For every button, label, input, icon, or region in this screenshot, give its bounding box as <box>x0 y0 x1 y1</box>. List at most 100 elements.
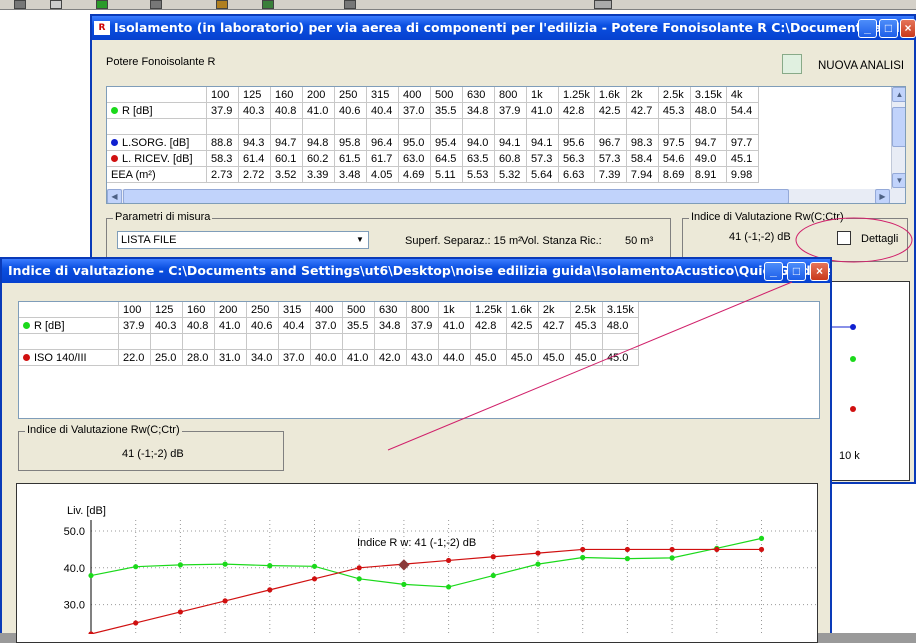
add-icon[interactable] <box>96 0 108 9</box>
table-cell: 58.4 <box>625 150 659 167</box>
data-point <box>758 535 765 541</box>
column-header: 1.25k <box>558 87 595 103</box>
table-cell: 95.8 <box>334 134 367 151</box>
table-cell <box>238 118 271 135</box>
stop-icon[interactable] <box>594 0 612 9</box>
tool-icon[interactable] <box>216 0 228 9</box>
scroll-thumb[interactable] <box>892 107 905 147</box>
save-icon[interactable] <box>14 0 26 9</box>
section-label: Potere Fonoisolante R <box>106 56 216 68</box>
table-cell: 5.32 <box>494 166 527 183</box>
table-cell: 57.3 <box>593 150 627 167</box>
table-cell: 95.4 <box>430 134 463 151</box>
calc-icon[interactable] <box>150 0 162 9</box>
header-corner <box>19 302 119 318</box>
data-point <box>267 587 273 593</box>
series-dot-icon <box>23 322 30 330</box>
maximize-button[interactable]: □ <box>879 19 898 38</box>
table-cell: 58.3 <box>206 150 239 167</box>
table-cell: 3.52 <box>270 166 303 183</box>
index-marker <box>398 559 410 571</box>
column-header: 500 <box>430 87 463 103</box>
horizontal-scrollbar[interactable]: ◀ ▶ <box>107 189 905 203</box>
data-point <box>311 563 318 569</box>
row-label <box>107 118 207 135</box>
scroll-right-button[interactable]: ▶ <box>875 189 890 203</box>
column-header: 1k <box>526 87 559 103</box>
table-cell: 35.5 <box>430 102 463 119</box>
data-point <box>535 550 541 556</box>
table-cell <box>206 118 239 135</box>
front-close-button[interactable]: × <box>810 262 829 281</box>
data-point <box>222 561 228 567</box>
table-cell: 45.1 <box>725 150 759 167</box>
print-icon[interactable] <box>344 0 356 9</box>
series-dot-icon <box>111 155 118 163</box>
row-label: R [dB] <box>107 102 207 119</box>
table-cell: 8.69 <box>657 166 691 183</box>
table-cell: 28.0 <box>182 349 215 366</box>
table-cell: 94.3 <box>238 134 271 151</box>
vertical-scrollbar[interactable]: ▲ ▼ <box>891 87 905 189</box>
table-cell <box>398 118 431 135</box>
table-cell: 94.7 <box>689 134 727 151</box>
table-cell: 40.3 <box>238 102 271 119</box>
chevron-down-icon[interactable]: ▼ <box>353 233 367 247</box>
hscroll-thumb[interactable] <box>123 189 789 203</box>
chart-icon[interactable] <box>262 0 274 9</box>
column-header: 400 <box>398 87 431 103</box>
data-point <box>535 561 541 567</box>
table-cell: 22.0 <box>118 349 151 366</box>
table-cell <box>657 118 691 135</box>
table-cell: 61.4 <box>238 150 271 167</box>
row-label: R [dB] <box>19 317 119 334</box>
table-row <box>107 118 759 135</box>
table-cell: 6.63 <box>558 166 595 183</box>
table-cell: 63.0 <box>398 150 431 167</box>
column-header: 315 <box>366 87 399 103</box>
table-cell: 98.3 <box>625 134 659 151</box>
new-analysis-button[interactable]: NUOVA ANALISI <box>818 60 904 72</box>
table-cell: 41.0 <box>302 102 335 119</box>
column-header: 800 <box>494 87 527 103</box>
row-label-text: L.SORG. [dB] <box>122 136 190 149</box>
table-cell: 40.3 <box>150 317 183 334</box>
data-point <box>758 546 765 553</box>
table-cell: 60.8 <box>494 150 527 167</box>
table-cell: 45.3 <box>657 102 691 119</box>
back-chart-fragment: 10 k <box>830 281 910 481</box>
file-select[interactable]: LISTA FILE ▼ <box>117 231 369 249</box>
table-cell: 37.0 <box>278 349 311 366</box>
scroll-left-button[interactable]: ◀ <box>107 189 122 203</box>
r-index-chart: 50.0 40.0 30.0 Liv. [dB] Indice R w: 41 (-1;… <box>64 505 817 637</box>
vol-value: 50 m³ <box>625 235 654 247</box>
column-header: 125 <box>238 87 271 103</box>
scroll-up-button[interactable]: ▲ <box>892 87 905 102</box>
column-header: 160 <box>182 302 215 318</box>
table-cell: 64.5 <box>430 150 463 167</box>
row-label-text: ISO 140/III <box>34 351 87 364</box>
table-cell: 61.7 <box>366 150 399 167</box>
column-header: 1.6k <box>593 87 627 103</box>
data-point <box>88 572 94 579</box>
table-cell: 54.6 <box>657 150 691 167</box>
table-cell: 2.73 <box>206 166 239 183</box>
table-cell: 94.1 <box>494 134 527 151</box>
table-cell <box>334 118 367 135</box>
table-cell: 40.8 <box>182 317 215 334</box>
minimize-button[interactable]: _ <box>858 19 877 38</box>
scroll-down-button[interactable]: ▼ <box>892 173 905 188</box>
close-button[interactable]: × <box>900 19 916 38</box>
table-cell: 5.64 <box>526 166 559 183</box>
column-header: 315 <box>278 302 311 318</box>
table-cell: 34.0 <box>246 349 279 366</box>
column-header: 400 <box>310 302 343 318</box>
table-cell: 40.6 <box>334 102 367 119</box>
copy-icon[interactable] <box>50 0 62 9</box>
series-dot-icon <box>111 107 118 115</box>
front-index-group: Indice di Valutazione Rw(C;Ctr) 41 (-1;-… <box>18 424 284 471</box>
data-point <box>133 564 139 570</box>
table-cell: 88.8 <box>206 134 239 151</box>
table-cell: 97.5 <box>657 134 691 151</box>
refresh-icon[interactable] <box>782 54 802 74</box>
